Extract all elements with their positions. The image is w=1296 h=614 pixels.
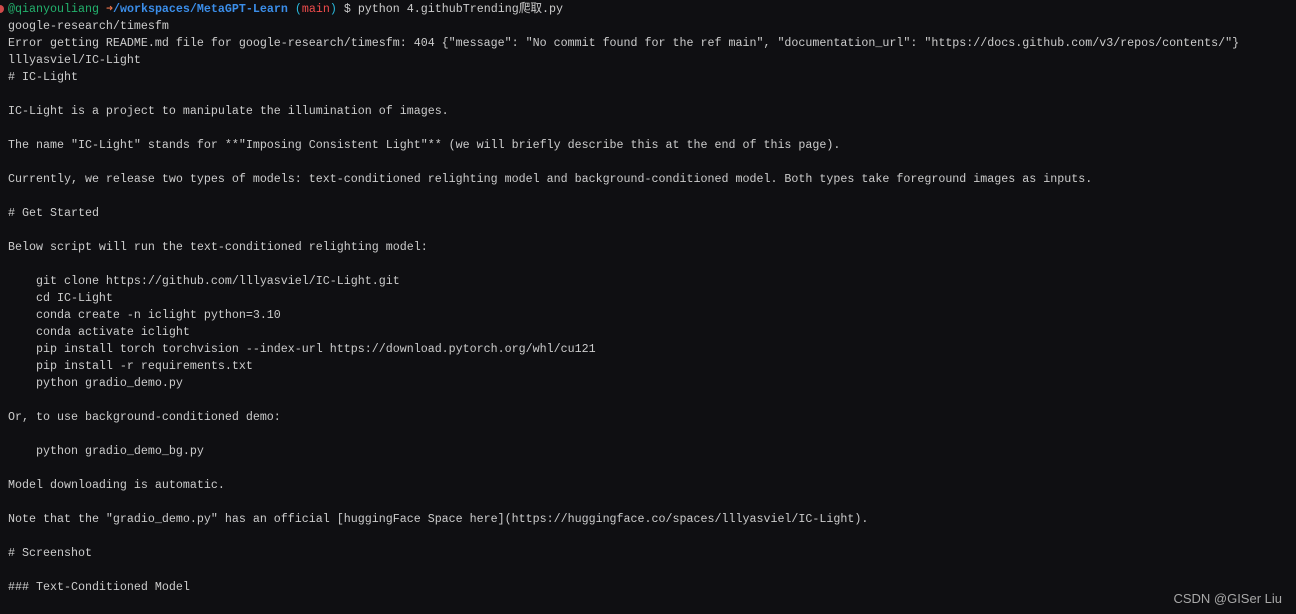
command-text: $ python 4.githubTrending爬取.py <box>336 2 563 16</box>
output-line: Note that the "gradio_demo.py" has an of… <box>8 512 869 526</box>
prompt-line: @qianyouliang ➜/workspaces/MetaGPT-Learn… <box>8 1 1296 18</box>
output-line: conda create -n iclight python=3.10 <box>8 308 281 322</box>
output-line: lllyasviel/IC-Light <box>8 53 141 67</box>
prompt-user: @qianyouliang <box>8 2 99 16</box>
output-line: pip install torch torchvision --index-ur… <box>8 342 596 356</box>
output-line: python gradio_demo_bg.py <box>8 444 204 458</box>
output-line: pip install -r requirements.txt <box>8 359 253 373</box>
output-line: Error getting README.md file for google-… <box>8 36 1240 50</box>
git-branch: main <box>301 2 330 16</box>
output-line: conda activate iclight <box>8 325 190 339</box>
output-line: git clone https://github.com/lllyasviel/… <box>8 274 400 288</box>
output-line: ### Text-Conditioned Model <box>8 580 190 594</box>
output-line: The name "IC-Light" stands for **"Imposi… <box>8 138 841 152</box>
output-line: Model downloading is automatic. <box>8 478 225 492</box>
arrow-icon: ➜ <box>105 2 113 16</box>
output-line: python gradio_demo.py <box>8 376 183 390</box>
prompt-status-marker <box>0 5 4 13</box>
terminal-output[interactable]: @qianyouliang ➜/workspaces/MetaGPT-Learn… <box>8 1 1296 596</box>
output-line: Or, to use background-conditioned demo: <box>8 410 281 424</box>
output-line: google-research/timesfm <box>8 19 169 33</box>
paren-open: ( <box>287 2 302 16</box>
paren-close: ) <box>329 2 337 16</box>
output-line: Currently, we release two types of model… <box>8 172 1093 186</box>
prompt-path: /workspaces/MetaGPT-Learn <box>112 2 288 16</box>
output-line: cd IC-Light <box>8 291 113 305</box>
output-line: # Get Started <box>8 206 99 220</box>
output-line: # Screenshot <box>8 546 92 560</box>
output-line: Below script will run the text-condition… <box>8 240 428 254</box>
output-line: # IC-Light <box>8 70 78 84</box>
output-line: IC-Light is a project to manipulate the … <box>8 104 449 118</box>
watermark: CSDN @GISer Liu <box>1173 591 1282 606</box>
